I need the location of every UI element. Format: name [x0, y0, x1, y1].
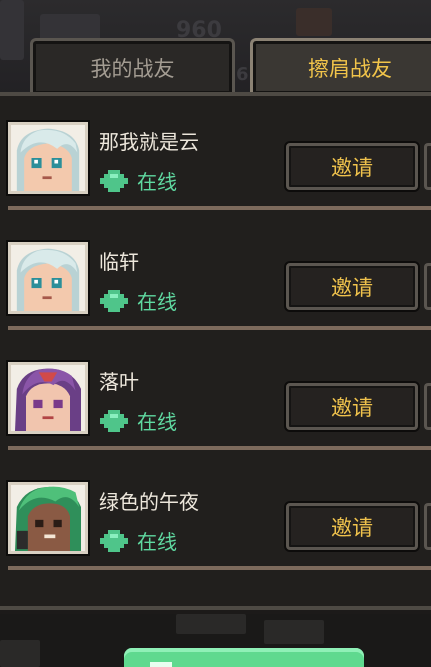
online-status-label: 在线	[137, 170, 177, 194]
background-decoration	[0, 640, 40, 667]
background-decoration	[296, 8, 332, 36]
online-status-label: 在线	[137, 530, 177, 554]
row-divider	[8, 326, 431, 330]
invite-button-label: 邀请	[331, 155, 373, 180]
green-hair-avatar	[8, 482, 88, 554]
button-icon	[150, 662, 172, 667]
tab-my-comrades[interactable]: 我的战友	[30, 38, 235, 94]
tab-passing-comrades-label: 擦肩战友	[308, 56, 392, 81]
friend-row: 落叶 在线 邀请	[0, 336, 431, 456]
invite-button[interactable]: 邀请	[286, 503, 418, 550]
friend-list-panel[interactable]: 那我就是云 在线 邀请 临轩 在线 邀请 落叶 在线 邀请 绿色的午夜 在线 邀…	[0, 92, 431, 610]
friend-name: 那我就是云	[99, 130, 199, 154]
online-gem-icon	[100, 409, 128, 432]
online-status: 在线	[100, 406, 177, 435]
online-status-label: 在线	[137, 410, 177, 434]
online-status: 在线	[100, 526, 177, 555]
tab-passing-comrades[interactable]: 擦肩战友	[250, 38, 431, 94]
friend-row: 临轩 在线 邀请	[0, 216, 431, 336]
next-button-edge[interactable]	[424, 503, 431, 550]
friend-name: 落叶	[99, 370, 139, 394]
online-gem-icon	[100, 169, 128, 192]
invite-button-label: 邀请	[331, 275, 373, 300]
invite-button[interactable]: 邀请	[286, 383, 418, 430]
friend-name: 临轩	[99, 250, 139, 274]
invite-button-label: 邀请	[331, 395, 373, 420]
online-status: 在线	[100, 166, 177, 195]
green-action-button[interactable]	[124, 648, 364, 667]
friend-row: 那我就是云 在线 邀请	[0, 96, 431, 216]
row-divider	[8, 206, 431, 210]
background-decoration	[176, 614, 246, 634]
invite-button[interactable]: 邀请	[286, 143, 418, 190]
online-status: 在线	[100, 286, 177, 315]
row-divider	[8, 446, 431, 450]
next-button-edge[interactable]	[424, 383, 431, 430]
invite-button-label: 邀请	[331, 515, 373, 540]
background-decoration	[0, 0, 24, 60]
tab-my-comrades-label: 我的战友	[90, 56, 175, 81]
next-button-edge[interactable]	[424, 263, 431, 310]
next-button-edge[interactable]	[424, 143, 431, 190]
online-status-label: 在线	[137, 290, 177, 314]
background-decoration	[264, 620, 324, 644]
background-counter-2: 6	[236, 64, 249, 85]
friend-name: 绿色的午夜	[99, 490, 199, 514]
silver-hair-avatar	[8, 122, 88, 194]
silver-hair-avatar	[8, 242, 88, 314]
invite-button[interactable]: 邀请	[286, 263, 418, 310]
row-divider	[8, 566, 431, 570]
friend-row: 绿色的午夜 在线 邀请	[0, 456, 431, 576]
online-gem-icon	[100, 529, 128, 552]
purple-hair-avatar	[8, 362, 88, 434]
online-gem-icon	[100, 289, 128, 312]
